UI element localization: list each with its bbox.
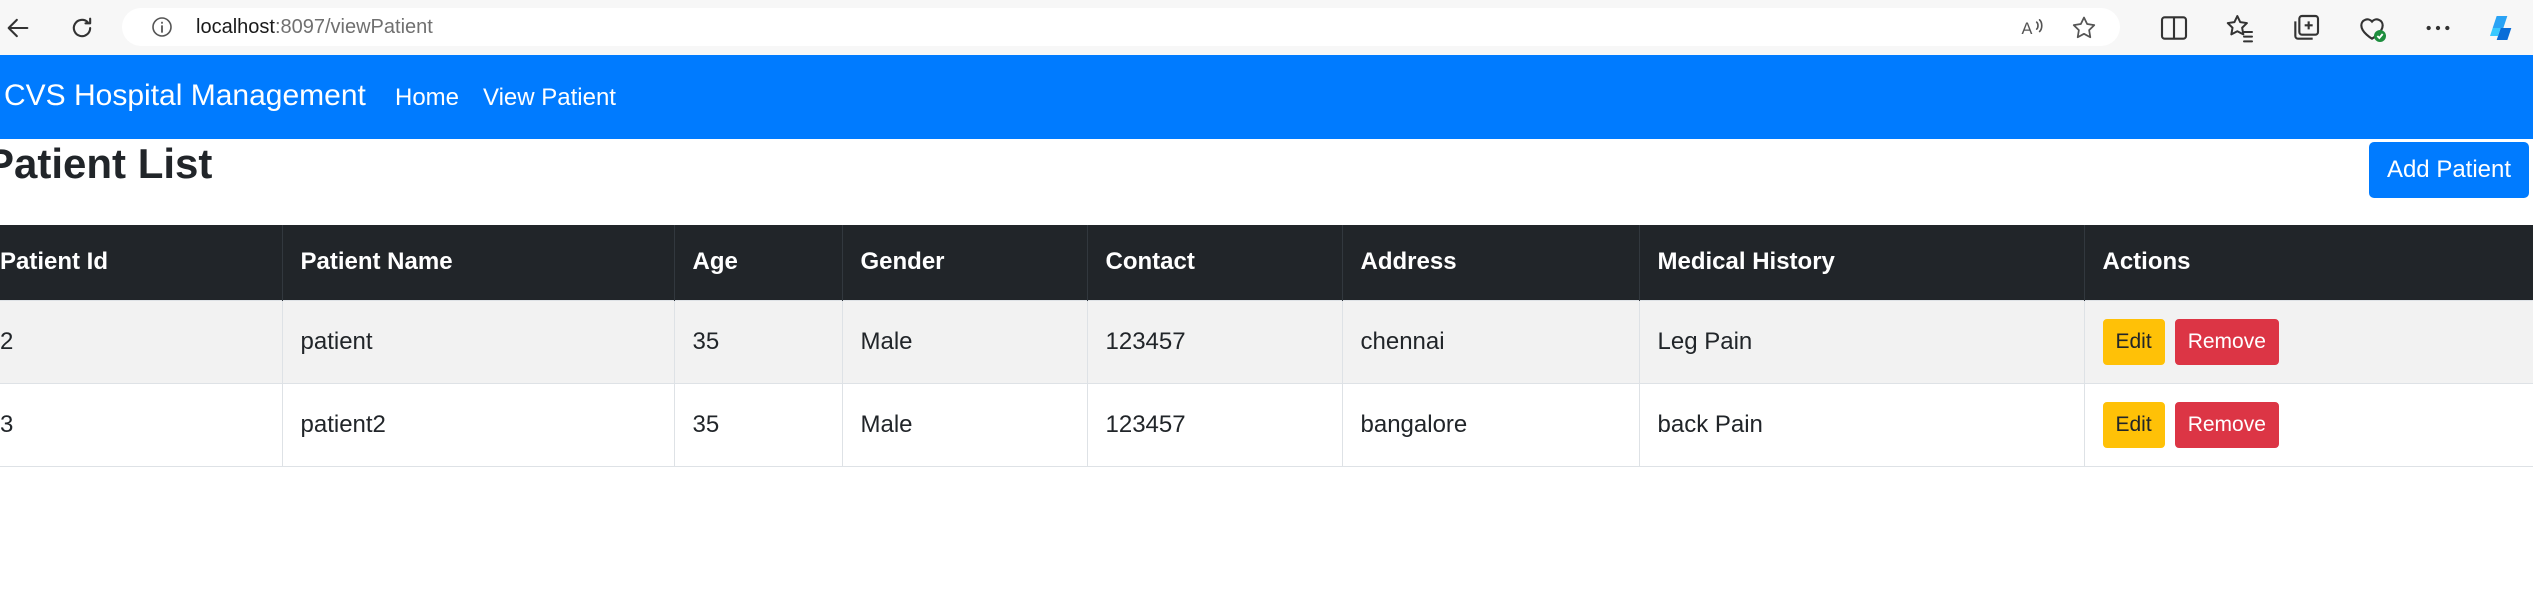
cell-address: chennai (1342, 299, 1640, 384)
url-path: :8097/viewPatient (274, 16, 433, 38)
back-arrow-icon (7, 18, 29, 38)
column-header-patient-name: Patient Name (282, 225, 675, 300)
collections-icon[interactable] (2290, 12, 2322, 44)
navbar-brand[interactable]: CVS Hospital Management (4, 79, 366, 113)
url-text[interactable]: localhost:8097/viewPatient (196, 16, 433, 39)
copilot-icon[interactable] (2486, 12, 2518, 44)
column-header-actions: Actions (2084, 225, 2533, 300)
nav-link-view-patient[interactable]: View Patient (483, 84, 616, 112)
patient-table-container: Patient Id Patient Name Age Gender Conta… (0, 225, 2533, 467)
column-header-contact: Contact (1087, 225, 1343, 300)
url-host: localhost (196, 16, 275, 38)
remove-button[interactable]: Remove (2174, 401, 2279, 448)
cell-age: 35 (674, 382, 843, 467)
browser-toolbar: localhost:8097/viewPatient A (0, 0, 2533, 55)
patient-table: Patient Id Patient Name Age Gender Conta… (0, 225, 2533, 467)
cell-patient-name: patient2 (282, 382, 675, 467)
favorite-star-icon[interactable] (2070, 14, 2098, 42)
svg-text:A: A (2022, 20, 2033, 38)
column-header-medical-history: Medical History (1639, 225, 2085, 300)
table-row: 3 patient2 35 Male 123457 bangalore back… (0, 382, 2533, 467)
cell-gender: Male (842, 382, 1088, 467)
cell-patient-id: 2 (0, 299, 283, 384)
refresh-icon (72, 17, 92, 38)
cell-medical-history: back Pain (1639, 382, 2085, 467)
cell-patient-id: 3 (0, 382, 283, 467)
browser-essentials-icon[interactable] (2356, 12, 2388, 44)
cell-actions: Edit Remove (2084, 382, 2533, 467)
cell-medical-history: Leg Pain (1639, 299, 2085, 384)
remove-button[interactable]: Remove (2174, 318, 2279, 365)
column-header-gender: Gender (842, 225, 1088, 300)
cell-contact: 123457 (1087, 299, 1343, 384)
more-options-icon[interactable] (2422, 12, 2454, 44)
edit-button[interactable]: Edit (2102, 401, 2165, 448)
table-row: 2 patient 35 Male 123457 chennai Leg Pai… (0, 299, 2533, 384)
page-title: Patient List (0, 140, 213, 187)
address-bar[interactable]: localhost:8097/viewPatient A (122, 8, 2120, 46)
cell-contact: 123457 (1087, 382, 1343, 467)
cell-gender: Male (842, 299, 1088, 384)
back-button[interactable] (0, 10, 36, 46)
read-aloud-icon[interactable]: A (2018, 14, 2046, 42)
refresh-button[interactable] (64, 10, 100, 46)
column-header-address: Address (1342, 225, 1640, 300)
cell-address: bangalore (1342, 382, 1640, 467)
info-icon[interactable] (150, 15, 174, 39)
split-screen-icon[interactable] (2158, 12, 2190, 44)
table-header-row: Patient Id Patient Name Age Gender Conta… (0, 225, 2533, 300)
column-header-patient-id: Patient Id (0, 225, 283, 300)
cell-age: 35 (674, 299, 843, 384)
nav-link-home[interactable]: Home (395, 84, 459, 112)
favorites-icon[interactable] (2224, 12, 2256, 44)
edit-button[interactable]: Edit (2102, 318, 2165, 365)
column-header-age: Age (674, 225, 843, 300)
app-navbar: CVS Hospital Management Home View Patien… (0, 55, 2533, 139)
cell-actions: Edit Remove (2084, 299, 2533, 384)
cell-patient-name: patient (282, 299, 675, 384)
add-patient-button[interactable]: Add Patient (2369, 142, 2529, 198)
